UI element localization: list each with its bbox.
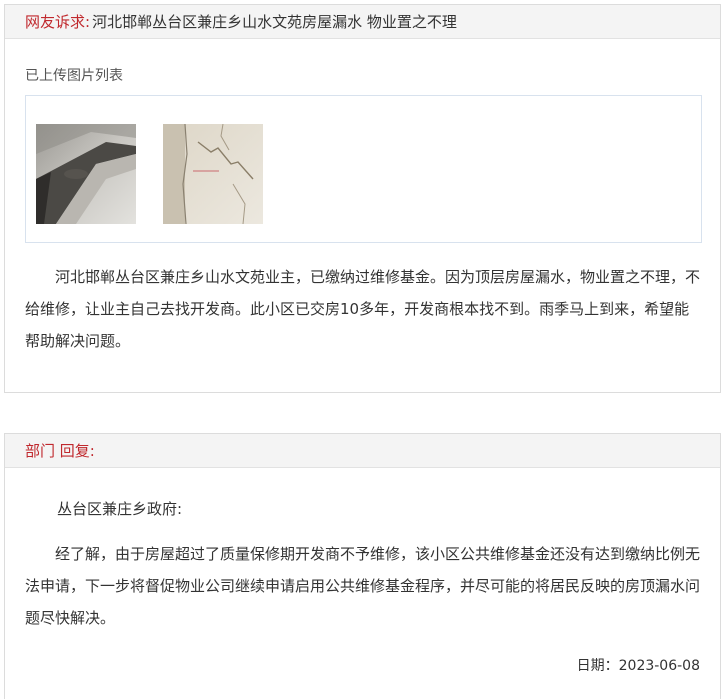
complaint-label: 网友诉求:	[25, 13, 91, 31]
photo-wall-crack[interactable]	[163, 124, 263, 224]
complaint-panel: 网友诉求: 河北邯郸丛台区兼庄乡山水文苑房屋漏水 物业置之不理 已上传图片列表	[4, 4, 721, 393]
photo-ceiling-leak[interactable]	[36, 124, 136, 224]
reply-date: 日期：2023-06-08	[576, 658, 700, 674]
reply-salutation: 丛台区兼庄乡政府:	[57, 500, 183, 518]
reply-panel: 部门 回复: 丛台区兼庄乡政府: 经了解，由于房屋超过了质量保修期开发商不予维修…	[4, 433, 721, 699]
uploaded-images-label: 已上传图片列表	[25, 68, 123, 84]
uploaded-images-box	[25, 95, 702, 243]
complaint-header: 网友诉求: 河北邯郸丛台区兼庄乡山水文苑房屋漏水 物业置之不理	[5, 5, 720, 39]
reply-body: 经了解，由于房屋超过了质量保修期开发商不予维修，该小区公共维修基金还没有达到缴纳…	[25, 545, 701, 627]
reply-label: 部门 回复:	[25, 442, 95, 460]
reply-header: 部门 回复:	[5, 434, 720, 468]
complaint-title: 河北邯郸丛台区兼庄乡山水文苑房屋漏水 物业置之不理	[92, 13, 457, 31]
complaint-body: 河北邯郸丛台区兼庄乡山水文苑业主，已缴纳过维修基金。因为顶层房屋漏水，物业置之不…	[25, 268, 701, 350]
